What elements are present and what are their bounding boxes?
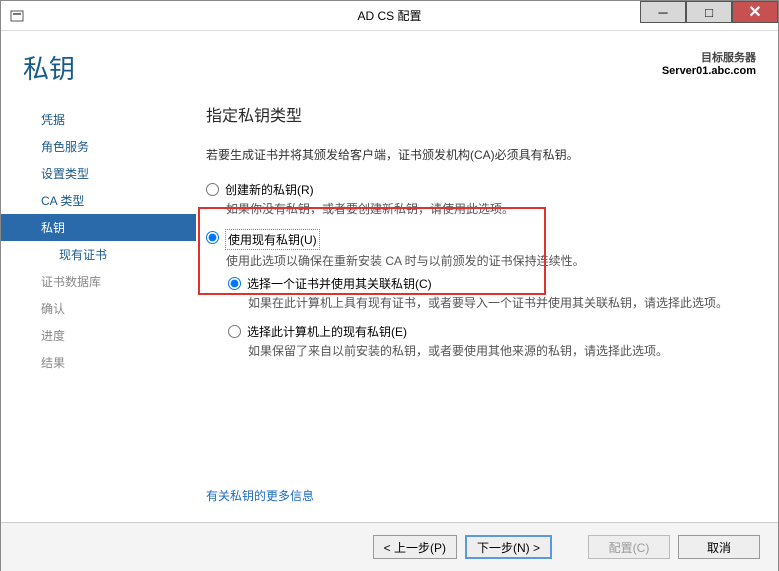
more-info-link[interactable]: 有关私钥的更多信息 [206,487,314,504]
sidebar-item-private-key[interactable]: 私钥 [1,214,196,241]
radio-select-machine-key-desc: 如果保留了来自以前安装的私钥，或者要使用其他来源的私钥，请选择此选项。 [248,342,756,359]
radio-create-new[interactable]: 创建新的私钥(R) [206,181,756,198]
window-title: AD CS 配置 [357,7,421,24]
target-server-info: 目标服务器 Server01.abc.com [662,49,756,77]
minimize-button[interactable]: ─ [640,1,686,23]
sidebar-item-role-services[interactable]: 角色服务 [1,133,196,160]
radio-use-existing-label: 使用现有私钥(U) [225,229,320,250]
page-title: 私钥 [23,49,75,86]
radio-create-new-input[interactable] [206,183,219,196]
sidebar-item-ca-type[interactable]: CA 类型 [1,187,196,214]
next-button[interactable]: 下一步(N) > [465,535,552,559]
main-panel: 指定私钥类型 若要生成证书并将其颁发给客户端，证书颁发机构(CA)必须具有私钥。… [196,96,778,522]
intro-text: 若要生成证书并将其颁发给客户端，证书颁发机构(CA)必须具有私钥。 [206,146,756,163]
target-label: 目标服务器 [662,49,756,65]
sidebar-item-existing-cert[interactable]: 现有证书 [1,241,196,268]
radio-use-existing-desc: 使用此选项以确保在重新安装 CA 时与以前颁发的证书保持连续性。 [226,252,756,269]
sidebar-item-setup-type[interactable]: 设置类型 [1,160,196,187]
radio-use-existing[interactable]: 使用现有私钥(U) [206,229,756,250]
panel-heading: 指定私钥类型 [206,102,756,126]
radio-select-cert-label: 选择一个证书并使用其关联私钥(C) [247,275,432,292]
sidebar: 凭据 角色服务 设置类型 CA 类型 私钥 现有证书 证书数据库 确认 进度 结… [1,96,196,522]
radio-select-machine-key[interactable]: 选择此计算机上的现有私钥(E) [228,323,756,340]
radio-select-cert-input[interactable] [228,277,241,290]
radio-select-cert[interactable]: 选择一个证书并使用其关联私钥(C) [228,275,756,292]
window-controls: ─ □ ✕ [640,1,778,23]
sidebar-item-results: 结果 [1,349,196,376]
app-icon [7,6,27,26]
titlebar: AD CS 配置 ─ □ ✕ [1,1,778,31]
sidebar-item-cert-database: 证书数据库 [1,268,196,295]
radio-select-cert-desc: 如果在此计算机上具有现有证书，或者要导入一个证书并使用其关联私钥，请选择此选项。 [248,294,756,311]
maximize-button[interactable]: □ [686,1,732,23]
header: 私钥 目标服务器 Server01.abc.com [1,31,778,96]
sidebar-item-progress: 进度 [1,322,196,349]
radio-select-machine-key-label: 选择此计算机上的现有私钥(E) [247,323,407,340]
previous-button[interactable]: < 上一步(P) [373,535,457,559]
sidebar-item-confirmation: 确认 [1,295,196,322]
close-button[interactable]: ✕ [732,1,778,23]
radio-create-new-desc: 如果你没有私钥，或者要创建新私钥，请使用此选项。 [226,200,756,217]
cancel-button[interactable]: 取消 [678,535,760,559]
target-server: Server01.abc.com [662,65,756,77]
configure-button[interactable]: 配置(C) [588,535,670,559]
radio-select-machine-key-input[interactable] [228,325,241,338]
radio-use-existing-input[interactable] [206,231,219,244]
footer: < 上一步(P) 下一步(N) > 配置(C) 取消 [1,522,778,571]
sidebar-item-credentials[interactable]: 凭据 [1,106,196,133]
radio-create-new-label: 创建新的私钥(R) [225,181,314,198]
